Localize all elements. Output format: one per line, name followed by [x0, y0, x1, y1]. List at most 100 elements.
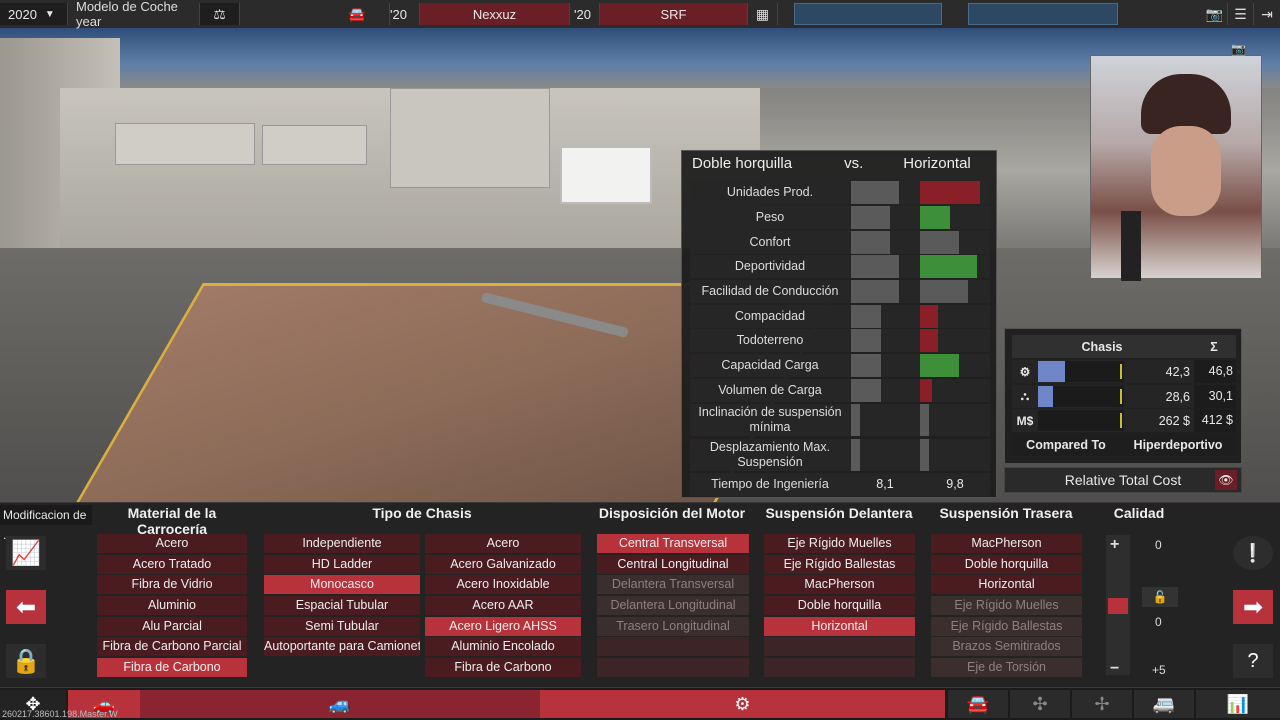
material-option[interactable]: Fibra de Carbono — [97, 658, 247, 677]
tipo_mat-option[interactable]: Fibra de Carbono — [425, 658, 581, 677]
nav-tuning-icon[interactable]: ✢ — [1072, 690, 1132, 718]
menu-icon[interactable]: ☰ — [1228, 3, 1254, 25]
comparison-row-label: Desplazamiento Max. Suspensión — [690, 439, 990, 471]
section-calidad: Calidad — [1113, 505, 1165, 521]
delantera-option[interactable]: Doble horquilla — [764, 596, 915, 615]
year-selector[interactable]: 2020 ▼ — [0, 3, 68, 25]
quality-minus-button[interactable]: − — [1110, 660, 1119, 678]
exit-icon[interactable]: ⇥ — [1254, 3, 1280, 25]
left-bar — [851, 404, 860, 436]
car-icon[interactable]: 🚘 — [340, 3, 390, 25]
stat-name: Volumen de Carga — [718, 383, 822, 397]
tipo_mat-option[interactable]: Acero Ligero AHSS — [425, 617, 581, 636]
grid-icon[interactable]: ▦ — [748, 3, 778, 25]
warning-icon[interactable]: ❕ — [1233, 536, 1273, 570]
quality-lock-icon[interactable]: 🔓 — [1142, 587, 1178, 607]
quality-plus-button[interactable]: + — [1110, 536, 1119, 554]
material-option[interactable]: Acero — [97, 534, 247, 553]
delantera-empty-slot — [764, 658, 915, 677]
chasis-bar-track — [1038, 410, 1124, 431]
tipo-option[interactable]: Espacial Tubular — [264, 596, 420, 615]
tipo-option[interactable]: Autoportante para Camioneta — [264, 637, 420, 656]
tipo_mat-option[interactable]: Aluminio Encolado — [425, 637, 581, 656]
microphone — [1121, 211, 1141, 281]
delantera-option[interactable]: MacPherson — [764, 575, 915, 594]
motor-option[interactable]: Central Longitudinal — [597, 555, 749, 574]
tipo_mat-option[interactable]: Acero — [425, 534, 581, 553]
right-bar — [920, 231, 959, 254]
stat-name: Peso — [755, 210, 785, 224]
motor-empty-slot — [597, 658, 749, 677]
tipo_mat-option[interactable]: Acero Galvanizado — [425, 555, 581, 574]
quality-top-value: 0 — [1155, 538, 1162, 552]
chasis-title: Chasis — [1081, 339, 1123, 354]
compare-left-name: Doble horquilla — [692, 154, 793, 172]
delantera-empty-slot — [764, 637, 915, 656]
chasis-sum: 412 $ — [1194, 409, 1236, 432]
tipo-option[interactable]: Semi Tubular — [264, 617, 420, 636]
shelving-unit — [390, 88, 550, 188]
trasera-option[interactable]: MacPherson — [931, 534, 1082, 553]
nav-engine-icon[interactable]: 🚘 — [948, 690, 1008, 718]
gear-wrench-icon: ⚙ — [1019, 364, 1031, 379]
platform-name[interactable]: Nexxuz — [420, 3, 570, 25]
trasera-option: Eje Rígido Muelles — [931, 596, 1082, 615]
comparison-row-label: Todoterreno — [690, 329, 990, 352]
comparison-header: Doble horquilla vs. Horizontal — [682, 151, 996, 175]
scale-icon[interactable]: ⚖ — [200, 3, 240, 25]
right-bar — [920, 354, 959, 377]
chasis-bar-track — [1038, 361, 1124, 382]
back-arrow-icon[interactable]: ⬅ — [6, 590, 46, 624]
quality-bottom-value: +5 — [1152, 663, 1166, 677]
material-option[interactable]: Fibra de Carbono Parcial — [97, 637, 247, 656]
nav-suspension-icon[interactable]: ⚙ — [540, 690, 945, 718]
material-option[interactable]: Acero Tratado — [97, 555, 247, 574]
delantera-option[interactable]: Horizontal — [764, 617, 915, 636]
right-bar — [920, 181, 980, 204]
info-field-2 — [968, 3, 1118, 25]
section-delantera: Suspensión Delantera — [765, 505, 913, 521]
right-bar — [920, 329, 938, 352]
tipo-option[interactable]: Independiente — [264, 534, 420, 553]
left-bar — [851, 255, 899, 278]
modification-tab[interactable]: Modificacion de .. — [0, 505, 92, 542]
sigma-label: Σ — [1210, 339, 1218, 354]
nav-interior-icon[interactable]: 🚐 — [1134, 690, 1194, 718]
help-icon[interactable]: ? — [1233, 644, 1273, 678]
right-bar — [920, 280, 968, 303]
material-option[interactable]: Alu Parcial — [97, 617, 247, 636]
chasis-value: 42,3 — [1165, 364, 1190, 379]
tipo_mat-option[interactable]: Acero Inoxidable — [425, 575, 581, 594]
eye-icon[interactable]: 👁 — [1215, 470, 1237, 490]
ceiling — [0, 28, 1280, 88]
motor-option[interactable]: Central Transversal — [597, 534, 749, 553]
chasis-bar-fill — [1038, 386, 1053, 407]
material-option[interactable]: Fibra de Vidrio — [97, 575, 247, 594]
compared-to-value[interactable]: Hiperdeportivo — [1120, 438, 1236, 452]
trasera-option[interactable]: Doble horquilla — [931, 555, 1082, 574]
quality-mid-value: 0 — [1155, 615, 1162, 629]
nav-stats-icon[interactable]: 📊 — [1196, 690, 1280, 718]
chasis-value: 262 $ — [1158, 413, 1190, 428]
lock-icon[interactable]: 🔒 — [6, 644, 46, 678]
chasis-bar-marker — [1120, 413, 1122, 428]
nav-chassis-icon[interactable]: 🚙 — [140, 690, 540, 718]
camera-icon[interactable]: 📷 — [1202, 3, 1228, 25]
short-year-1: '20 — [390, 3, 420, 25]
trasera-option[interactable]: Horizontal — [931, 575, 1082, 594]
forward-arrow-icon[interactable]: ➡ — [1233, 590, 1273, 624]
tipo-option[interactable]: HD Ladder — [264, 555, 420, 574]
motor-option: Trasero Longitudinal — [597, 617, 749, 636]
quality-slider-handle[interactable] — [1108, 598, 1128, 614]
chasis-bar-marker — [1120, 364, 1122, 379]
relative-total-cost[interactable]: Relative Total Cost 👁 — [1004, 467, 1242, 493]
chasis-bar-fill — [1038, 361, 1065, 382]
tipo_mat-option[interactable]: Acero AAR — [425, 596, 581, 615]
material-option[interactable]: Aluminio — [97, 596, 247, 615]
delantera-option[interactable]: Eje Rígido Ballestas — [764, 555, 915, 574]
trim-name[interactable]: SRF — [600, 3, 748, 25]
tipo-option[interactable]: Monocasco — [264, 575, 420, 594]
chart-icon[interactable]: 📈 — [6, 536, 46, 570]
nav-drivetrain-icon[interactable]: ✣ — [1010, 690, 1070, 718]
delantera-option[interactable]: Eje Rígido Muelles — [764, 534, 915, 553]
